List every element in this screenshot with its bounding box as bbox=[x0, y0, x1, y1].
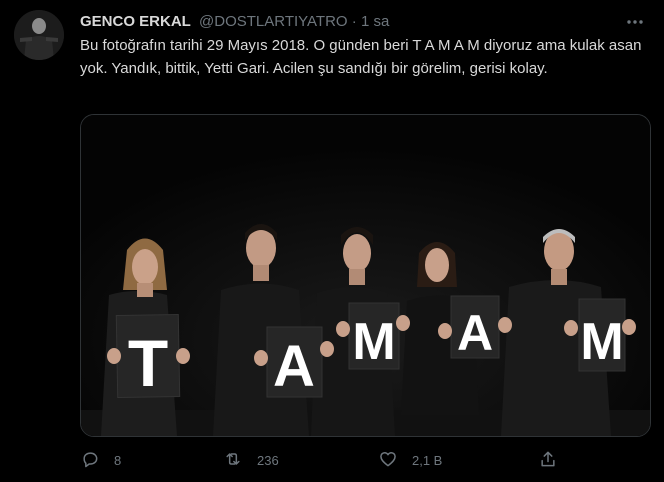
timestamp[interactable]: 1 sa bbox=[361, 13, 389, 30]
sign-letter-4: A bbox=[457, 305, 493, 361]
sign-1: T bbox=[115, 313, 181, 400]
tweet-photo[interactable]: T A M A M bbox=[80, 114, 651, 437]
reply-icon bbox=[80, 449, 100, 472]
separator: · bbox=[351, 13, 357, 30]
sign-letter-3: M bbox=[352, 313, 395, 371]
sign-letter-2: A bbox=[273, 334, 315, 399]
sign-letter-5: M bbox=[580, 313, 623, 371]
avatar[interactable] bbox=[14, 10, 64, 60]
tweet-text: Bu fotoğrafın tarihi 29 Mayıs 2018. O gü… bbox=[80, 37, 646, 77]
sign-2: A bbox=[266, 326, 323, 399]
heart-icon bbox=[378, 449, 398, 472]
reply-count: 8 bbox=[114, 452, 122, 468]
like-count: 2,1 B bbox=[412, 452, 443, 468]
tweet-header: GENCO ERKAL @DOSTLARTIYATRO · 1 sa bbox=[80, 12, 650, 32]
share-button[interactable] bbox=[538, 448, 558, 472]
share-icon bbox=[538, 449, 558, 472]
sign-4: A bbox=[450, 295, 500, 361]
like-button[interactable]: 2,1 B bbox=[378, 448, 442, 472]
sign-letter-1: T bbox=[128, 326, 168, 400]
retweet-icon bbox=[223, 449, 243, 472]
sign-3: M bbox=[348, 302, 400, 371]
tweet-actions: 8 236 2,1 B bbox=[80, 448, 650, 472]
reply-button[interactable]: 8 bbox=[80, 448, 121, 472]
tweet: GENCO ERKAL @DOSTLARTIYATRO · 1 sa Bu fo… bbox=[0, 0, 664, 482]
author-handle[interactable]: @DOSTLARTIYATRO bbox=[199, 13, 348, 30]
retweet-count: 236 bbox=[257, 452, 279, 468]
sign-5: M bbox=[578, 298, 626, 372]
author-name[interactable]: GENCO ERKAL bbox=[80, 13, 191, 30]
more-horizontal-icon[interactable] bbox=[624, 12, 646, 32]
retweet-button[interactable]: 236 bbox=[223, 448, 279, 472]
